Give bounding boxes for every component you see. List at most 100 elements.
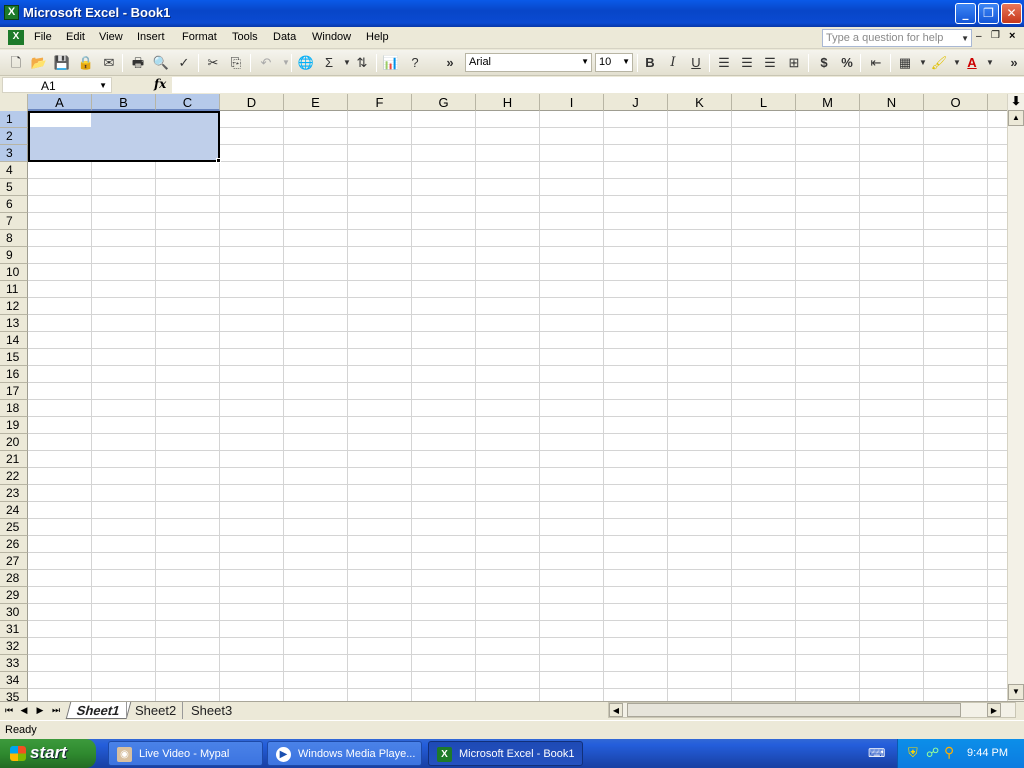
vertical-scrollbar[interactable]: ⬇ ▲ ▼ <box>1007 94 1024 701</box>
search-icon[interactable]: ⚲ <box>944 744 954 761</box>
menu-window[interactable]: Window <box>309 30 354 44</box>
close-button[interactable]: ✕ <box>1001 3 1022 24</box>
row-header-32[interactable]: 32 <box>0 638 28 655</box>
row-header-24[interactable]: 24 <box>0 502 28 519</box>
menu-tools[interactable]: Tools <box>229 30 261 44</box>
keyboard-icon[interactable]: ⌨ <box>868 746 885 760</box>
column-header-k[interactable]: K <box>668 94 732 111</box>
column-header-e[interactable]: E <box>284 94 348 111</box>
sheet-tab-sheet3[interactable]: Sheet3 <box>182 702 240 719</box>
sheet-tab-sheet2[interactable]: Sheet2 <box>126 702 184 719</box>
column-header-o[interactable]: O <box>924 94 988 111</box>
help-search-input[interactable]: Type a question for help ▼ <box>822 29 972 47</box>
column-header-l[interactable]: L <box>732 94 796 111</box>
column-header-g[interactable]: G <box>412 94 476 111</box>
row-header-15[interactable]: 15 <box>0 349 28 366</box>
column-header-c[interactable]: C <box>156 94 220 111</box>
task-excel[interactable]: X Microsoft Excel - Book1 <box>428 741 583 766</box>
undo-icon[interactable]: ↶ <box>256 53 276 73</box>
row-header-28[interactable]: 28 <box>0 570 28 587</box>
row-header-17[interactable]: 17 <box>0 383 28 400</box>
row-header-8[interactable]: 8 <box>0 230 28 247</box>
column-header-b[interactable]: B <box>92 94 156 111</box>
menu-help[interactable]: Help <box>363 30 392 44</box>
chevron-down-icon[interactable]: ▼ <box>99 81 107 90</box>
merge-center-icon[interactable]: ⊞ <box>784 53 804 73</box>
print-icon[interactable]: 🖶 <box>128 53 148 73</box>
row-header-5[interactable]: 5 <box>0 179 28 196</box>
task-live-video[interactable]: ◉ Live Video - Mypal <box>108 741 263 766</box>
scroll-left-button[interactable]: ◀ <box>609 703 623 717</box>
fill-color-icon[interactable]: 🖌 <box>929 53 949 73</box>
chevron-down-icon[interactable]: ▼ <box>581 57 589 66</box>
email-icon[interactable]: ✉ <box>99 53 119 73</box>
chart-wizard-icon[interactable]: 📊 <box>381 53 401 73</box>
start-button[interactable]: start <box>0 739 96 768</box>
menu-data[interactable]: Data <box>270 30 299 44</box>
row-header-7[interactable]: 7 <box>0 213 28 230</box>
row-header-16[interactable]: 16 <box>0 366 28 383</box>
scroll-up-button[interactable]: ▲ <box>1008 110 1024 126</box>
sort-ascending-icon[interactable]: ⇅ <box>352 53 372 73</box>
row-header-31[interactable]: 31 <box>0 621 28 638</box>
font-size-select[interactable]: 10 ▼ <box>595 53 633 72</box>
chevron-down-icon[interactable]: ▼ <box>980 53 1000 73</box>
row-header-6[interactable]: 6 <box>0 196 28 213</box>
autosum-icon[interactable]: Σ <box>319 53 339 73</box>
row-header-9[interactable]: 9 <box>0 247 28 264</box>
row-header-25[interactable]: 25 <box>0 519 28 536</box>
column-header-j[interactable]: J <box>604 94 668 111</box>
prev-sheet-button[interactable]: ◀ <box>18 705 30 716</box>
scroll-down-button[interactable]: ▼ <box>1008 684 1024 700</box>
align-right-icon[interactable]: ☰ <box>760 53 780 73</box>
open-folder-icon[interactable]: 📂 <box>29 53 49 73</box>
menu-file[interactable]: File <box>31 30 55 44</box>
print-preview-icon[interactable]: 🔍 <box>151 53 171 73</box>
copy-icon[interactable]: ⎘ <box>226 53 246 73</box>
worksheet-grid[interactable]: ABCDEFGHIJKLMNO 1 2 3 4 5 6 7 8 9 10 11 12 13 14 15 16 1… <box>0 94 1008 701</box>
menu-insert[interactable]: Insert <box>134 30 168 44</box>
row-header-11[interactable]: 11 <box>0 281 28 298</box>
row-header-18[interactable]: 18 <box>0 400 28 417</box>
column-header-d[interactable]: D <box>220 94 284 111</box>
chevron-down-icon[interactable]: ▼ <box>622 57 630 66</box>
network-icon[interactable]: ☍ <box>926 745 939 761</box>
task-media-player[interactable]: ▶ Windows Media Playe... <box>267 741 422 766</box>
cut-icon[interactable]: ✂ <box>203 53 223 73</box>
row-header-14[interactable]: 14 <box>0 332 28 349</box>
restore-button[interactable]: ❐ <box>978 3 999 24</box>
workbook-close-button[interactable]: × <box>1009 30 1015 42</box>
row-header-22[interactable]: 22 <box>0 468 28 485</box>
toolbar-options-icon[interactable]: » <box>440 53 460 73</box>
chevron-down-icon[interactable]: ▼ <box>276 53 296 73</box>
help-icon[interactable]: ? <box>405 53 425 73</box>
save-icon[interactable]: 💾 <box>52 53 72 73</box>
menu-edit[interactable]: Edit <box>63 30 88 44</box>
column-header-h[interactable]: H <box>476 94 540 111</box>
column-header-m[interactable]: M <box>796 94 860 111</box>
shield-icon[interactable]: ⛨ <box>908 745 918 761</box>
scroll-right-button[interactable]: ▶ <box>987 703 1001 717</box>
row-header-21[interactable]: 21 <box>0 451 28 468</box>
row-header-2[interactable]: 2 <box>0 128 28 145</box>
row-header-12[interactable]: 12 <box>0 298 28 315</box>
workbook-minimize-button[interactable]: – <box>976 31 982 42</box>
chevron-down-icon[interactable]: ▼ <box>961 34 969 43</box>
minimize-button[interactable]: _ <box>955 3 976 24</box>
row-header-20[interactable]: 20 <box>0 434 28 451</box>
row-header-29[interactable]: 29 <box>0 587 28 604</box>
permission-icon[interactable]: 🔒 <box>76 53 96 73</box>
row-header-33[interactable]: 33 <box>0 655 28 672</box>
align-left-icon[interactable]: ☰ <box>714 53 734 73</box>
select-all-corner[interactable] <box>0 94 28 111</box>
column-header-a[interactable]: A <box>28 94 92 111</box>
workbook-icon[interactable]: X <box>8 30 24 45</box>
row-header-35[interactable]: 35 <box>0 689 28 701</box>
fill-handle[interactable] <box>216 158 221 163</box>
sheet-tab-sheet1[interactable]: Sheet1 <box>65 702 131 719</box>
italic-button[interactable]: I <box>663 53 683 73</box>
new-document-icon[interactable]: 🗋 <box>6 53 26 73</box>
column-header-i[interactable]: I <box>540 94 604 111</box>
menu-format[interactable]: Format <box>179 30 220 44</box>
underline-button[interactable]: U <box>686 53 706 73</box>
